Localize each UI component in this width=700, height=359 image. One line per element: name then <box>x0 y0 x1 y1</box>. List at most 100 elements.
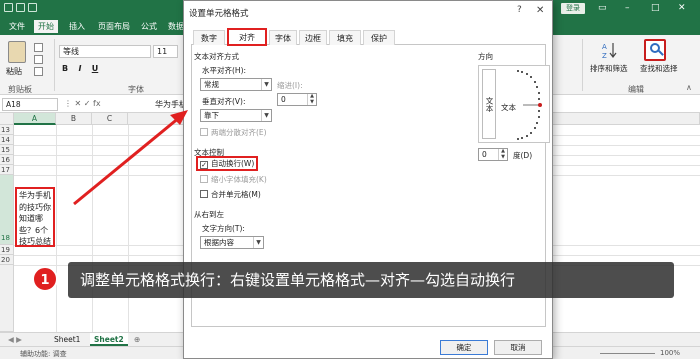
shrink-to-fit-checkbox[interactable]: 缩小字体填充(K) <box>200 175 267 185</box>
orientation-dial[interactable]: 文本 文本 <box>478 65 550 143</box>
chevron-down-icon: ▼ <box>253 237 263 248</box>
tab-protection[interactable]: 保护 <box>363 30 395 45</box>
font-name-select[interactable]: 等线 <box>59 45 151 58</box>
wrap-text-label: 自动换行(W) <box>211 159 255 168</box>
tab-formulas[interactable]: 公式 <box>137 20 161 33</box>
cut-icon[interactable] <box>34 43 43 52</box>
tab-page-layout[interactable]: 页面布局 <box>94 20 134 33</box>
dialog-titlebar[interactable]: 设置单元格格式 ? ✕ <box>184 1 552 23</box>
tab-border[interactable]: 边框 <box>299 30 327 45</box>
fx-icon[interactable]: ⋮ ✕ ✓ fx <box>64 99 101 108</box>
select-all-corner[interactable] <box>0 113 14 125</box>
format-cells-dialog: 设置单元格格式 ? ✕ 数字 对齐 字体 边框 填充 保护 文本对齐方式 水平对… <box>183 0 553 359</box>
save-icon[interactable] <box>4 3 13 12</box>
shrink-to-fit-label: 缩小字体填充(K) <box>211 175 267 184</box>
ok-button[interactable]: 确定 <box>440 340 488 355</box>
svg-text:A: A <box>602 43 607 51</box>
zoom-level[interactable]: 100% <box>660 349 680 357</box>
underline-icon[interactable]: U <box>89 63 101 75</box>
tab-file[interactable]: 文件 <box>5 20 29 33</box>
tab-fill[interactable]: 填充 <box>329 30 361 45</box>
help-icon[interactable]: ? <box>517 5 522 15</box>
indent-stepper[interactable]: 0 ▲ ▼ <box>277 93 317 106</box>
degree-stepper[interactable]: 0 ▲ ▼ <box>478 148 508 161</box>
tab-home[interactable]: 开始 <box>34 20 58 33</box>
row-header[interactable]: 19 <box>0 245 14 255</box>
dialog-tabs: 数字 对齐 字体 边框 填充 保护 <box>191 28 546 46</box>
row-header[interactable]: 14 <box>0 135 14 145</box>
group-divider <box>582 39 583 91</box>
checkbox-box <box>200 128 208 136</box>
add-sheet-icon[interactable]: ⊕ <box>130 333 144 346</box>
tab-alignment[interactable]: 对齐 <box>227 28 267 46</box>
row-header[interactable]: 13 <box>0 125 14 135</box>
distributed-label: 两端分散对齐(E) <box>211 128 267 137</box>
text-direction-value: 根据内容 <box>204 238 234 247</box>
ribbon-display-icon[interactable]: ▭ <box>598 2 607 14</box>
horizontal-align-value: 常规 <box>204 80 219 89</box>
italic-icon[interactable]: I <box>74 63 86 75</box>
paste-icon[interactable] <box>8 41 26 63</box>
find-select-button[interactable]: 查找和选择 <box>640 63 678 74</box>
rtl-section: 从右到左 <box>194 210 224 219</box>
distributed-checkbox[interactable]: 两端分散对齐(E) <box>200 128 267 138</box>
text-direction-label: 文字方向(T): <box>202 224 245 233</box>
name-box[interactable]: A18 <box>2 98 58 111</box>
chevron-down-icon: ▼ <box>261 110 271 121</box>
step-badge: 1 <box>32 266 58 292</box>
column-header-b[interactable]: B <box>56 113 92 125</box>
svg-text:Z: Z <box>602 52 607 59</box>
tab-font[interactable]: 字体 <box>269 30 297 45</box>
copy-icon[interactable] <box>34 55 43 64</box>
undo-icon[interactable] <box>16 3 25 12</box>
row-header[interactable]: 16 <box>0 155 14 165</box>
sheet-nav-icon[interactable]: ◀ ▶ <box>4 333 26 346</box>
indent-label: 缩进(I): <box>277 81 303 90</box>
row-header[interactable]: 20 <box>0 255 14 265</box>
maximize-icon[interactable]: □ <box>651 2 660 14</box>
group-divider <box>54 39 55 91</box>
merge-cells-checkbox[interactable]: 合并单元格(M) <box>200 190 261 200</box>
bold-icon[interactable]: B <box>59 63 71 75</box>
column-header-a[interactable]: A <box>14 113 56 125</box>
format-painter-icon[interactable] <box>34 67 43 76</box>
stepper-down-icon[interactable]: ▼ <box>498 154 507 160</box>
find-select-icon[interactable] <box>644 39 666 61</box>
collapse-ribbon-icon[interactable]: ∧ <box>686 83 692 92</box>
login-button[interactable]: 登录 <box>561 3 585 14</box>
sort-filter-icon[interactable]: A Z <box>602 41 618 59</box>
cancel-button[interactable]: 取消 <box>494 340 542 355</box>
sort-filter-button[interactable]: 排序和筛选 <box>590 63 628 74</box>
row-header[interactable]: 17 <box>0 165 14 175</box>
vertical-align-value: 靠下 <box>204 111 219 120</box>
stepper-down-icon[interactable]: ▼ <box>307 99 316 105</box>
wrap-text-checkbox[interactable]: ✓ 自动换行(W) <box>200 159 254 169</box>
minimize-icon[interactable]: – <box>625 2 630 14</box>
sheet-tab-sheet2[interactable]: Sheet2 <box>90 333 128 346</box>
quick-access-toolbar <box>4 3 44 14</box>
clipboard-group-label: 剪贴板 <box>8 85 32 94</box>
close-icon[interactable]: ✕ <box>536 5 544 16</box>
vertical-align-select[interactable]: 靠下 ▼ <box>200 109 272 122</box>
zoom-slider[interactable] <box>600 353 655 354</box>
font-size-select[interactable]: 11 <box>153 45 178 58</box>
row-header[interactable]: 18 <box>0 175 14 245</box>
gridline <box>56 125 57 332</box>
horizontal-align-select[interactable]: 常规 ▼ <box>200 78 272 91</box>
sheet-tab-sheet1[interactable]: Sheet1 <box>50 333 84 346</box>
column-header-c[interactable]: C <box>92 113 128 125</box>
cell-a18[interactable]: 华为手机 的技巧你 知道哪 些？6个 技巧总结 <box>15 187 55 247</box>
paste-button-label[interactable]: 粘贴 <box>6 66 22 77</box>
checkbox-box <box>200 175 208 183</box>
row-header[interactable]: 15 <box>0 145 14 155</box>
orientation-label: 方向 <box>478 52 493 61</box>
status-text: 辅助功能: 调查 <box>20 350 67 358</box>
indent-value: 0 <box>281 95 286 104</box>
text-direction-select[interactable]: 根据内容 ▼ <box>200 236 264 249</box>
row-header-rest <box>0 265 14 332</box>
close-window-icon[interactable]: ✕ <box>678 2 686 14</box>
tab-insert[interactable]: 插入 <box>65 20 89 33</box>
tab-number[interactable]: 数字 <box>193 30 225 45</box>
font-group-label: 字体 <box>128 85 144 94</box>
redo-icon[interactable] <box>28 3 37 12</box>
